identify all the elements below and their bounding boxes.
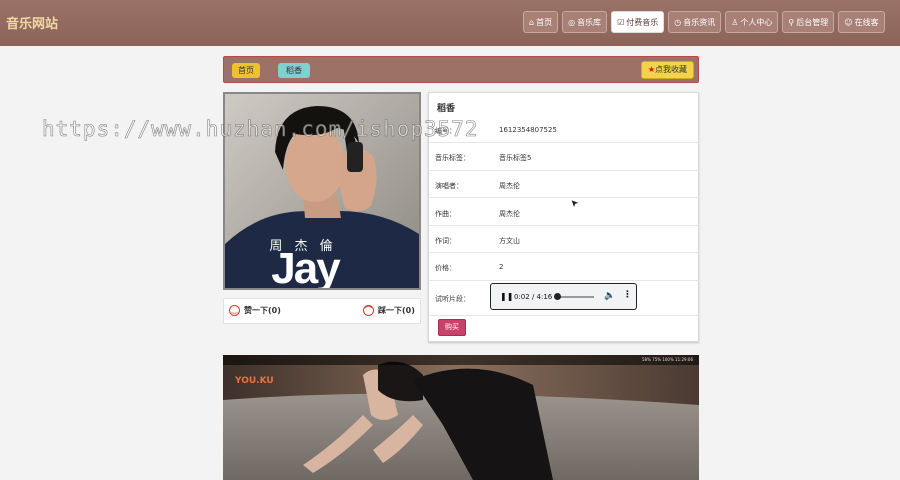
admin-icon: ⚲	[788, 17, 795, 27]
home-icon: ⌂	[529, 17, 535, 27]
audio-progress-track[interactable]	[557, 296, 594, 298]
detail-row-lyricist: 作词： 方文山	[429, 226, 700, 253]
star-icon: ★	[647, 65, 655, 74]
pause-icon[interactable]: ❚❚	[500, 292, 513, 301]
main-nav: ⌂ 首页 ◎ 音乐库 ☑ 付费音乐 ◷ 音乐资讯 ♙ 个人中心 ⚲ 后台管理 ☺ 在线客	[523, 11, 885, 33]
like-button[interactable]: ‿ 赞一下(0)	[229, 305, 281, 316]
album-artist-en: Jay	[271, 244, 340, 290]
audio-player[interactable]: ❚❚ 0:02 / 4:16 🔈 ⋮	[490, 283, 637, 310]
top-navbar: 音乐网站 ⌂ 首页 ◎ 音乐库 ☑ 付费音乐 ◷ 音乐资讯 ♙ 个人中心 ⚲ 后台管理 ☺ 在…	[0, 0, 900, 46]
vote-bar: ‿ 赞一下(0) ⌒ 踩一下(0)	[223, 298, 421, 324]
favorite-button[interactable]: ★点我收藏	[640, 61, 694, 79]
breadcrumb-home-link[interactable]: 首页	[232, 63, 260, 78]
breadcrumb-current[interactable]: 稻香	[278, 63, 310, 78]
video-stats: 58% 75% 100% 11:29:06	[642, 357, 693, 362]
site-brand[interactable]: 音乐网站	[6, 13, 58, 32]
breadcrumb: 首页 稻香 ★点我收藏	[223, 56, 699, 83]
more-options-icon[interactable]: ⋮	[623, 290, 632, 300]
song-title: 稻香	[437, 104, 456, 114]
paid-music-icon: ☑	[617, 17, 625, 27]
nav-music-news[interactable]: ◷ 音乐资讯	[668, 11, 722, 33]
news-icon: ◷	[674, 17, 682, 27]
detail-row-singer: 演唱者： 周杰伦	[429, 171, 700, 198]
watermark: https://www.huzhan.com/ishop3572	[42, 117, 479, 142]
audio-progress-thumb[interactable]	[554, 293, 562, 300]
nav-home[interactable]: ⌂ 首页	[523, 11, 559, 33]
nav-paid-music[interactable]: ☑ 付费音乐	[611, 11, 665, 33]
nav-admin[interactable]: ⚲ 后台管理	[782, 11, 835, 33]
detail-row-tag: 音乐标签： 音乐标签5	[429, 143, 700, 171]
online-service-icon: ☺	[844, 17, 853, 27]
detail-row-price: 价格： 2	[429, 253, 700, 281]
video-player[interactable]: 58% 75% 100% 11:29:06 YOU.KU	[223, 355, 699, 480]
volume-icon[interactable]: 🔈	[604, 291, 615, 301]
video-info-bar	[223, 355, 699, 365]
dislike-button[interactable]: ⌒ 踩一下(0)	[363, 305, 415, 316]
nav-music-library[interactable]: ◎ 音乐库	[562, 11, 608, 33]
user-icon: ♙	[731, 17, 739, 27]
frown-icon: ⌒	[363, 305, 374, 316]
smile-icon: ‿	[229, 305, 240, 316]
nav-online-service[interactable]: ☺ 在线客	[838, 11, 885, 33]
music-library-icon: ◎	[568, 17, 576, 27]
nav-personal-center[interactable]: ♙ 个人中心	[725, 11, 779, 33]
audio-time: 0:02 / 4:16	[514, 293, 553, 301]
buy-button[interactable]: 购买	[438, 319, 466, 336]
video-frame	[223, 355, 699, 480]
video-logo: YOU.KU	[235, 376, 274, 386]
detail-row-composer: 作曲： 周杰伦	[429, 198, 700, 226]
